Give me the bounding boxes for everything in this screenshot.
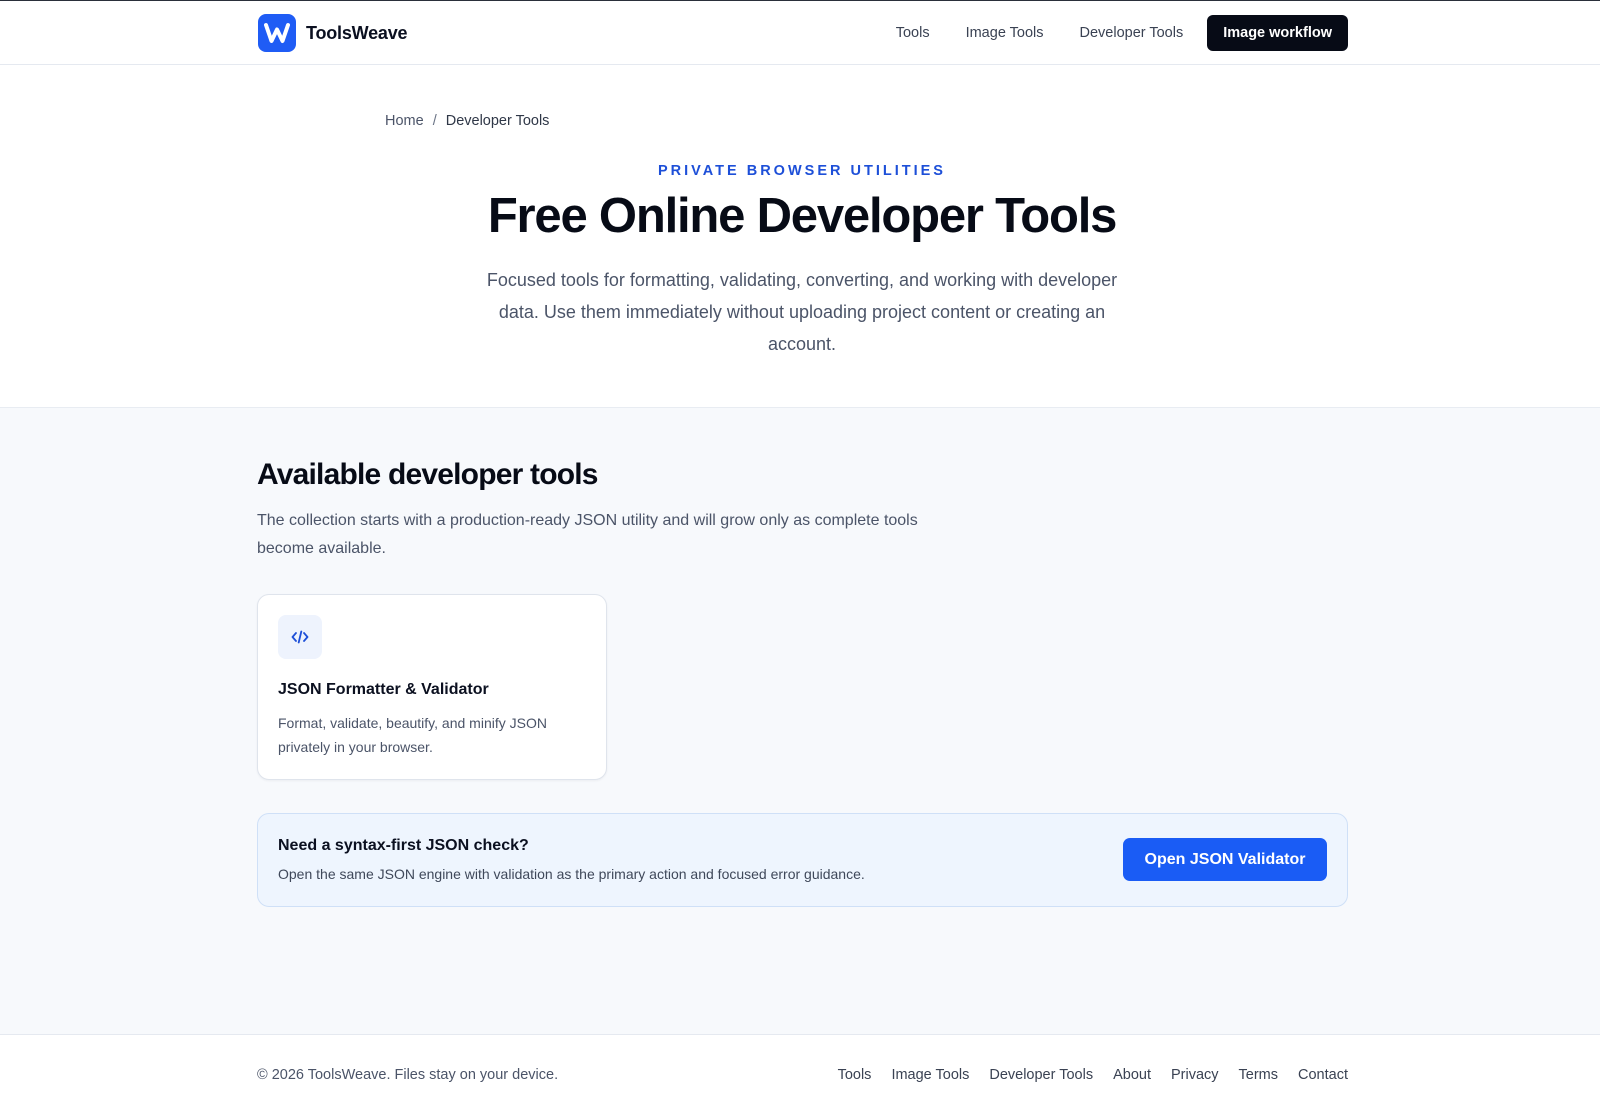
nav-link-tools[interactable]: Tools [896,25,930,41]
footer-link-about[interactable]: About [1113,1067,1151,1083]
page-title: Free Online Developer Tools [487,189,1118,243]
section-title: Available developer tools [257,458,598,491]
brand-name: ToolsWeave [306,22,408,43]
brand-link[interactable]: ToolsWeave [258,14,408,52]
tool-card-json-formatter[interactable]: JSON Formatter & Validator Format, valid… [257,594,607,780]
site-header: ToolsWeave Tools Image Tools Developer T… [0,1,1600,65]
footer-link-terms[interactable]: Terms [1239,1067,1278,1083]
nav-link-image-tools[interactable]: Image Tools [966,25,1044,41]
hero-eyebrow: PRIVATE BROWSER UTILITIES [658,163,946,179]
section-description: The collection starts with a production-… [257,512,918,557]
footer-link-contact[interactable]: Contact [1298,1067,1348,1083]
nav-link-developer-tools[interactable]: Developer Tools [1080,25,1184,41]
tool-card-description: Format, validate, beautify, and minify J… [278,715,547,755]
code-icon-glyph [291,630,309,644]
tool-card-title: JSON Formatter & Validator [278,681,489,698]
footer-copyright: © 2026 ToolsWeave. Files stay on your de… [257,1067,559,1083]
json-validator-callout: Need a syntax-first JSON check? Open the… [257,813,1348,907]
site-footer: © 2026 ToolsWeave. Files stay on your de… [0,1034,1600,1110]
breadcrumb-current: Developer Tools [445,113,550,129]
code-icon [278,615,322,659]
footer-link-tools[interactable]: Tools [838,1067,872,1083]
w-logo-mark [264,23,290,43]
toolsweave-logo-icon [258,14,296,52]
tools-section: Available developer tools The collection… [0,407,1600,1034]
callout-description: Open the same JSON engine with validatio… [278,866,865,882]
footer-link-privacy[interactable]: Privacy [1171,1067,1219,1083]
footer-link-image-tools[interactable]: Image Tools [891,1067,969,1083]
callout-title: Need a syntax-first JSON check? [278,837,529,854]
breadcrumb-separator: / [432,113,437,129]
image-workflow-button[interactable]: Image workflow [1207,15,1348,51]
main-nav: Tools Image Tools Developer Tools Image … [860,15,1348,51]
open-json-validator-button[interactable]: Open JSON Validator [1123,838,1327,881]
breadcrumb: Home / Developer Tools [385,113,549,129]
breadcrumb-home-link[interactable]: Home [385,113,424,129]
hero-subtitle: Focused tools for formatting, validating… [486,270,1118,354]
footer-links: Tools Image Tools Developer Tools About … [838,1067,1348,1083]
footer-link-developer-tools[interactable]: Developer Tools [989,1067,1093,1083]
